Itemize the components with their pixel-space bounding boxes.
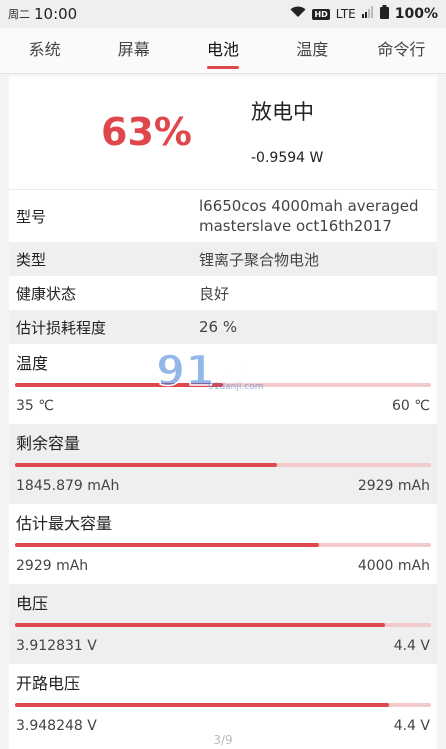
max-capacity-meter: 估计最大容量 2929 mAh 4000 mAh <box>9 504 437 584</box>
battery-icon <box>379 5 389 23</box>
model-label: 型号 <box>16 207 47 226</box>
status-icons: HD LTE 100% <box>290 5 438 23</box>
tab-label: 电池 <box>207 40 240 59</box>
meter-title: 电压 <box>16 594 49 613</box>
tab-command-line[interactable]: 命令行 <box>357 28 446 73</box>
hd-icon: HD <box>312 8 330 20</box>
meter-fill <box>15 623 386 627</box>
tab-label: 系统 <box>28 40 61 59</box>
meter-max: 4.4 V <box>393 718 430 734</box>
tab-screen[interactable]: 屏幕 <box>89 28 178 73</box>
type-row: 类型 锂离子聚合物电池 <box>9 242 437 276</box>
type-value: 锂离子聚合物电池 <box>199 250 320 269</box>
meter-title: 剩余容量 <box>16 434 81 453</box>
signal-icon <box>361 6 374 22</box>
health-value: 良好 <box>199 284 230 303</box>
watermark-site: 91danji.com <box>208 382 263 392</box>
meter-title: 温度 <box>16 354 49 373</box>
model-row: 型号 l6650cos 4000mah averaged masterslave… <box>9 190 437 242</box>
health-row: 健康状态 良好 <box>9 276 437 310</box>
battery-percent: 100% <box>394 6 438 22</box>
tab-label: 屏幕 <box>117 40 150 59</box>
meter-track <box>15 623 431 627</box>
network-type: LTE <box>335 7 356 21</box>
page-indicator: 3/9 <box>213 733 233 747</box>
meter-track <box>15 543 431 547</box>
tab-battery[interactable]: 电池 <box>178 28 267 73</box>
active-tab-indicator <box>207 66 239 69</box>
charge-state: 放电中 <box>251 100 314 124</box>
meter-max: 4.4 V <box>393 638 430 654</box>
open-circuit-voltage-meter: 开路电压 3.948248 V 4.4 V <box>9 664 437 744</box>
battery-level: 63% <box>101 110 192 154</box>
wear-row: 估计损耗程度 26 % <box>9 310 437 344</box>
meter-value: 35 ℃ <box>16 398 54 414</box>
meter-value: 1845.879 mAh <box>16 478 120 494</box>
meter-fill <box>15 463 278 467</box>
weekday: 周二 <box>8 8 30 21</box>
clock: 10:00 <box>34 5 78 23</box>
meter-track <box>15 703 431 707</box>
meter-fill <box>15 703 390 707</box>
battery-card: 63% 放电中 -0.9594 W 型号 l6650cos 4000mah av… <box>9 76 437 749</box>
meter-max: 60 ℃ <box>392 398 430 414</box>
power-draw: -0.9594 W <box>251 150 324 166</box>
model-value: l6650cos 4000mah averaged masterslave oc… <box>199 197 419 235</box>
meter-title: 估计最大容量 <box>16 514 113 533</box>
meter-max: 4000 mAh <box>357 558 430 574</box>
tab-label: 温度 <box>296 40 329 59</box>
voltage-meter: 电压 3.912831 V 4.4 V <box>9 584 437 664</box>
meter-value: 2929 mAh <box>16 558 89 574</box>
type-label: 类型 <box>16 250 47 269</box>
tab-bar: 系统 屏幕 电池 温度 命令行 <box>0 28 446 74</box>
remaining-capacity-meter: 剩余容量 1845.879 mAh 2929 mAh <box>9 424 437 504</box>
watermark-logo: 91 游戏 91danji.com <box>155 345 291 396</box>
tab-system[interactable]: 系统 <box>0 28 89 73</box>
health-label: 健康状态 <box>16 284 77 303</box>
wear-value: 26 % <box>199 318 238 336</box>
status-bar: 周二 10:00 HD LTE 100% <box>0 0 446 28</box>
meter-value: 3.912831 V <box>16 638 97 654</box>
wear-label: 估计损耗程度 <box>16 318 107 337</box>
meter-fill <box>15 543 319 547</box>
watermark-logo-text: 游戏 <box>206 355 250 381</box>
meter-track <box>15 463 431 467</box>
wifi-icon <box>290 6 306 22</box>
meter-value: 3.948248 V <box>16 718 97 734</box>
meter-title: 开路电压 <box>16 674 81 693</box>
tab-label: 命令行 <box>377 40 426 59</box>
meter-max: 2929 mAh <box>357 478 430 494</box>
tab-temperature[interactable]: 温度 <box>268 28 357 73</box>
battery-summary: 63% 放电中 -0.9594 W <box>9 76 437 190</box>
